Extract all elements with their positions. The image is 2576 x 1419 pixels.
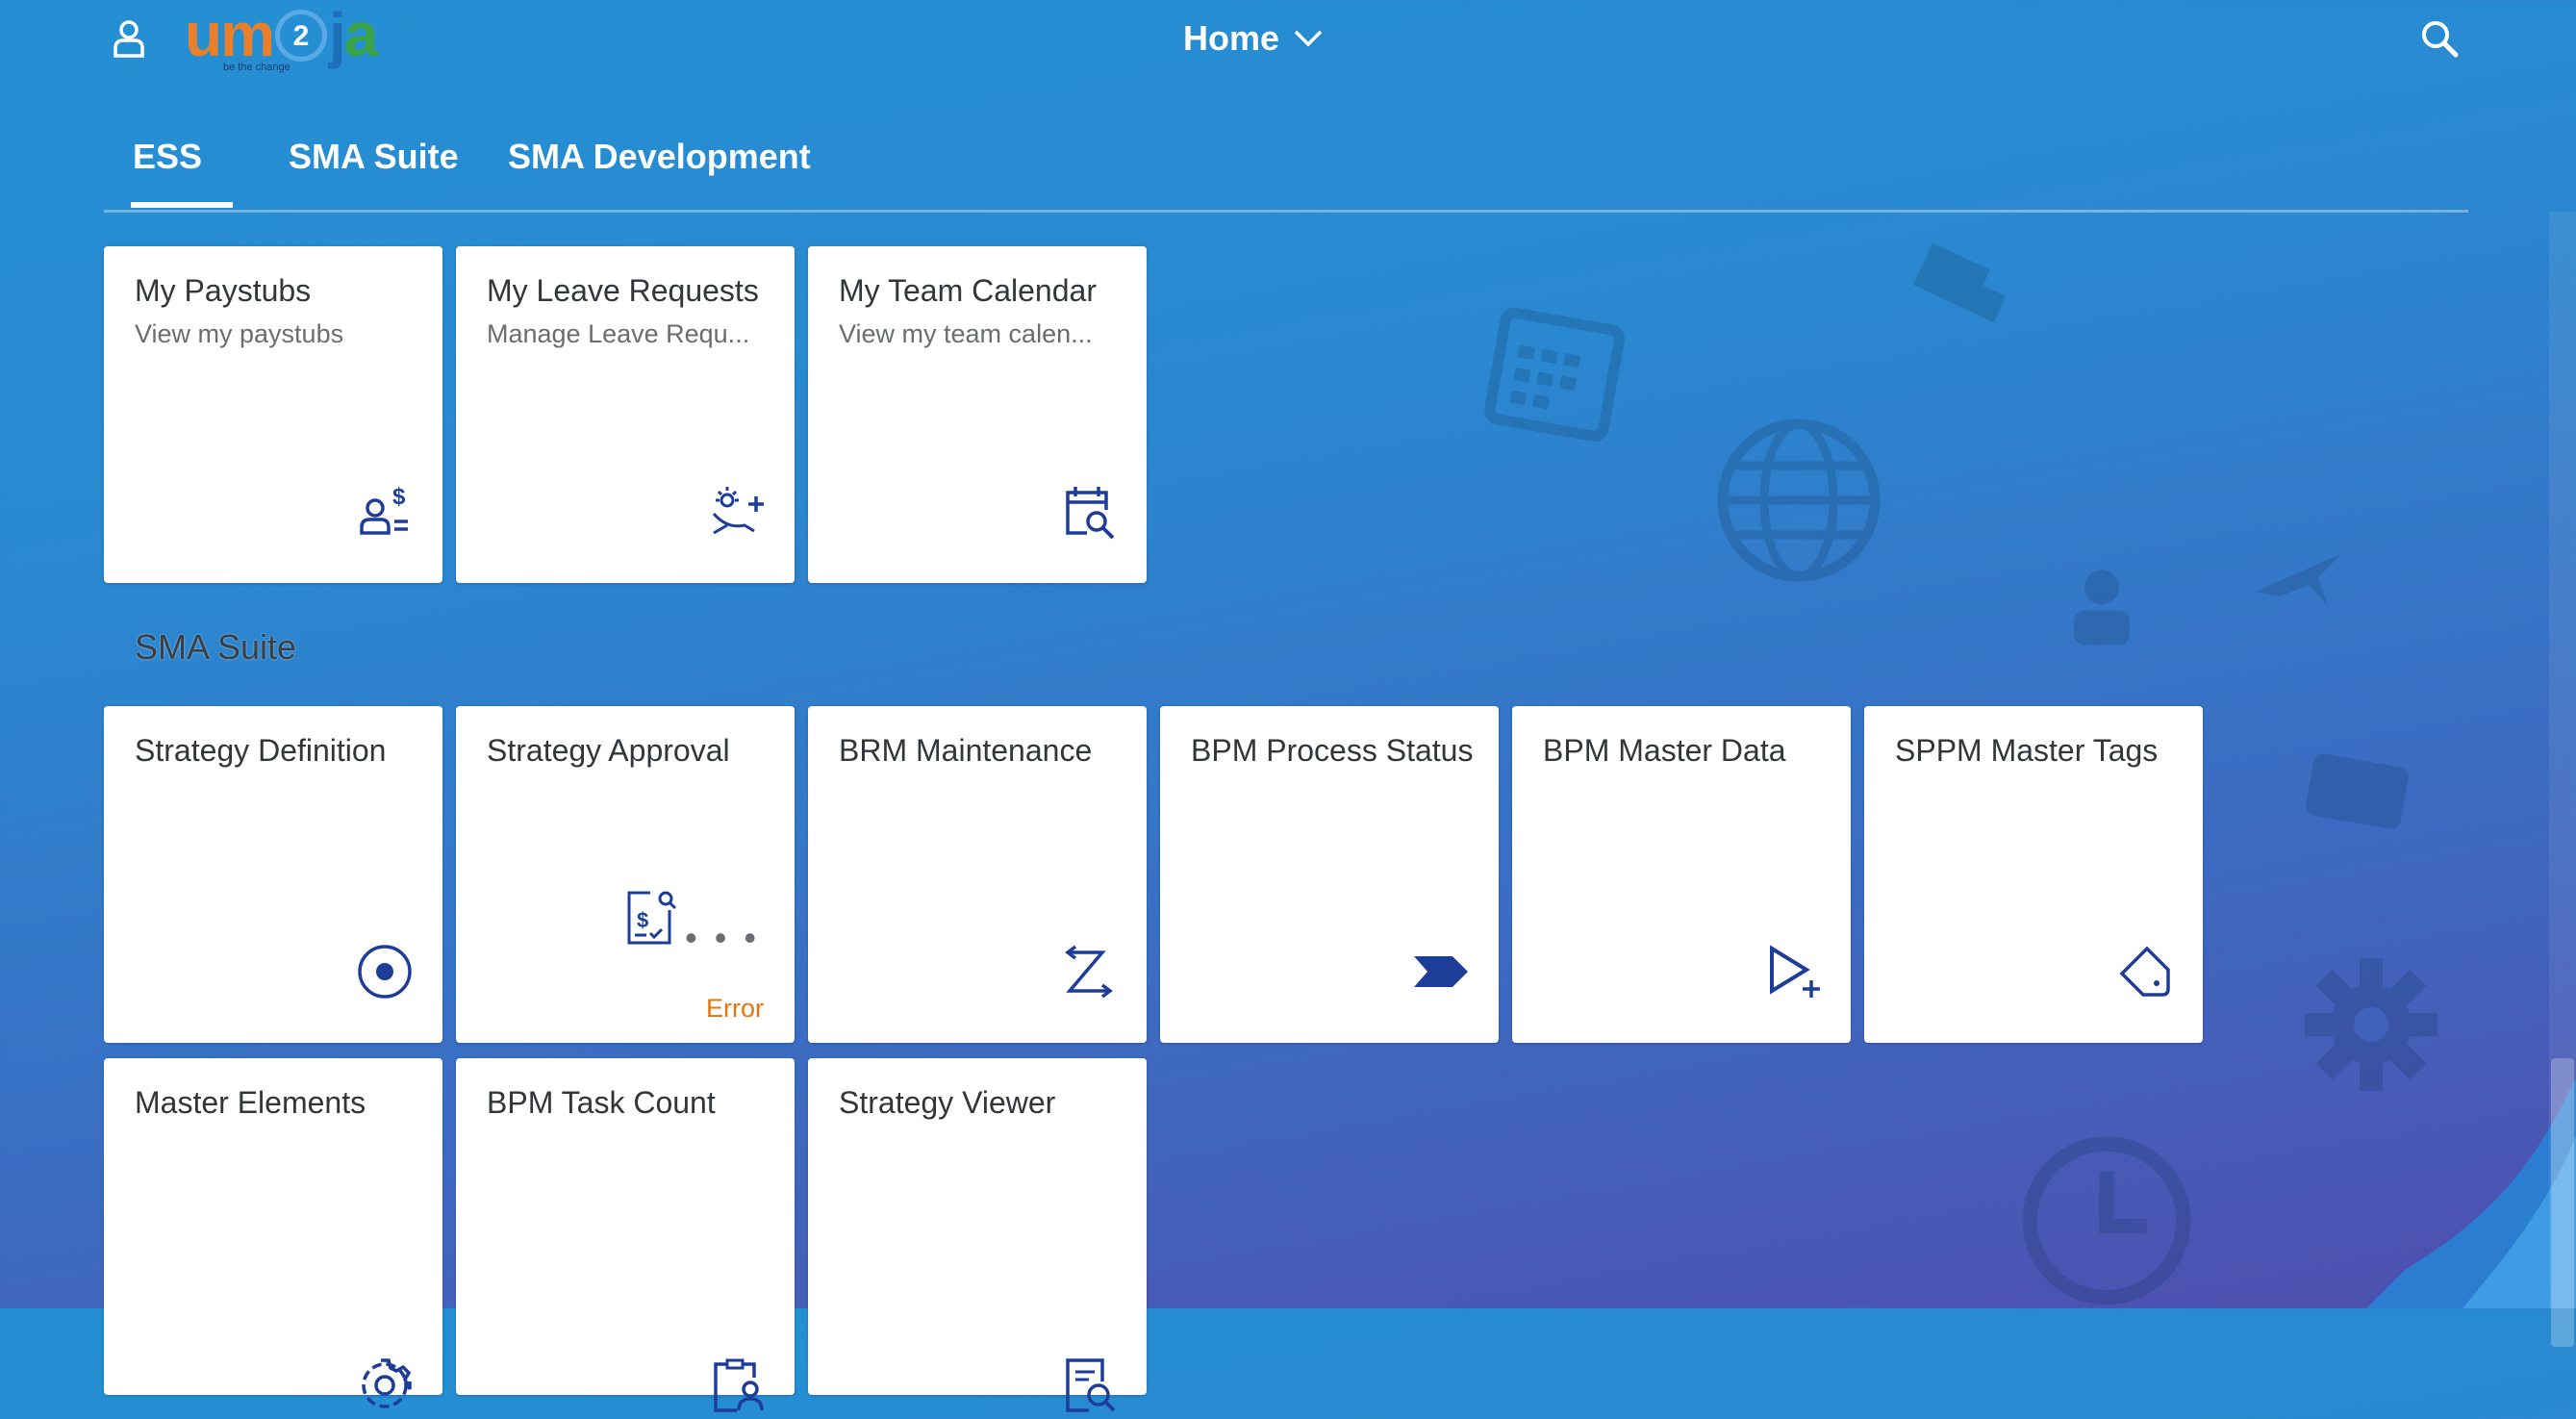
- page-scrollbar[interactable]: [2549, 212, 2576, 1347]
- tile-strategy-viewer[interactable]: Strategy Viewer: [808, 1058, 1147, 1412]
- tile-subtitle: View my paystubs: [135, 319, 344, 348]
- tag-icon: [2116, 943, 2174, 1001]
- tab-sma-suite[interactable]: SMA Suite: [289, 137, 459, 177]
- user-profile-icon[interactable]: [108, 17, 150, 60]
- tile-title: BPM Master Data: [1543, 733, 1786, 768]
- anchor-tab-bar: ESS SMA Suite SMA Development: [104, 127, 2468, 213]
- home-menu-button[interactable]: Home: [1183, 15, 1324, 62]
- background-mail-icon: [2306, 753, 2409, 829]
- tab-sma-development[interactable]: SMA Development: [508, 137, 811, 177]
- tile-my-team-calendar[interactable]: My Team Calendar View my team calen...: [808, 246, 1147, 583]
- tile-sppm-master-tags[interactable]: SPPM Master Tags: [1864, 706, 2203, 1043]
- leave-request-icon: [708, 483, 766, 541]
- tab-ess[interactable]: ESS: [130, 137, 234, 208]
- tile-status-error: Error: [706, 994, 764, 1023]
- more-indicator-icon: • • •: [685, 918, 760, 957]
- svg-text:$: $: [392, 484, 406, 510]
- tile-bpm-master-data[interactable]: BPM Master Data: [1512, 706, 1851, 1043]
- logo-ring: 2: [275, 10, 327, 62]
- tile-bpm-task-count[interactable]: BPM Task Count: [456, 1058, 795, 1412]
- tile-my-leave-requests[interactable]: My Leave Requests Manage Leave Requ...: [456, 246, 795, 583]
- shell-bar: um 2 ja be the change Home: [0, 0, 2576, 77]
- tile-title: BPM Process Status: [1191, 733, 1474, 768]
- target-icon: [356, 943, 414, 1001]
- tile-title: SPPM Master Tags: [1895, 733, 2159, 768]
- group-title-sma-suite: SMA Suite: [135, 627, 297, 667]
- background-gear-icon: [2305, 958, 2437, 1091]
- tile-title: My Leave Requests: [487, 273, 759, 308]
- chevron-down-icon: [1294, 30, 1323, 47]
- calendar-search-icon: [1060, 483, 1118, 541]
- search-icon[interactable]: [2418, 17, 2461, 60]
- tile-bpm-process-status[interactable]: BPM Process Status: [1160, 706, 1499, 1043]
- tile-title: Strategy Approval: [487, 733, 730, 768]
- background-wave-decoration: [2366, 1077, 2576, 1308]
- umoja-logo[interactable]: um 2 ja be the change: [185, 4, 387, 75]
- tile-master-elements[interactable]: Master Elements: [104, 1058, 442, 1408]
- gear-icon: [356, 1356, 414, 1414]
- employee-pay-icon: $: [356, 483, 414, 541]
- tile-title: My Team Calendar: [839, 273, 1097, 308]
- expense-document-icon: $: [621, 889, 679, 947]
- tile-title: Master Elements: [135, 1085, 366, 1120]
- svg-text:$: $: [637, 908, 648, 932]
- tile-subtitle: Manage Leave Requ...: [487, 319, 750, 348]
- tile-subtitle: View my team calen...: [839, 319, 1093, 348]
- clipboard-person-icon: [708, 1356, 766, 1414]
- tile-strategy-definition[interactable]: Strategy Definition: [104, 706, 442, 1043]
- tile-title: Strategy Definition: [135, 733, 387, 768]
- logo-wordmark: um: [185, 0, 275, 69]
- tile-brm-maintenance[interactable]: BRM Maintenance: [808, 706, 1147, 1043]
- background-truck-icon: [1912, 242, 2007, 323]
- tile-title: BPM Task Count: [487, 1085, 716, 1120]
- scrollbar-thumb[interactable]: [2551, 1058, 2574, 1347]
- home-title: Home: [1183, 18, 1280, 58]
- background-clock-icon: [2022, 1136, 2191, 1305]
- tile-my-paystubs[interactable]: My Paystubs View my paystubs $: [104, 246, 442, 583]
- logo-tagline: be the change: [223, 62, 290, 73]
- background-person-icon: [2074, 570, 2130, 646]
- play-add-icon: [1764, 943, 1822, 1001]
- process-chevron-icon: [1412, 943, 1470, 1001]
- tile-strategy-approval[interactable]: Strategy Approval $ • • • Error: [456, 706, 795, 1043]
- tile-title: Strategy Viewer: [839, 1085, 1056, 1120]
- document-search-icon: [1060, 1356, 1118, 1414]
- transfer-icon: [1060, 943, 1118, 1001]
- logo-wordmark-end: ja: [329, 0, 378, 69]
- tile-title: BRM Maintenance: [839, 733, 1093, 768]
- background-globe-icon: [1717, 418, 1881, 582]
- tile-title: My Paystubs: [135, 273, 312, 308]
- background-airplane-icon: [2256, 553, 2342, 606]
- background-calendar-icon: [1484, 307, 1625, 442]
